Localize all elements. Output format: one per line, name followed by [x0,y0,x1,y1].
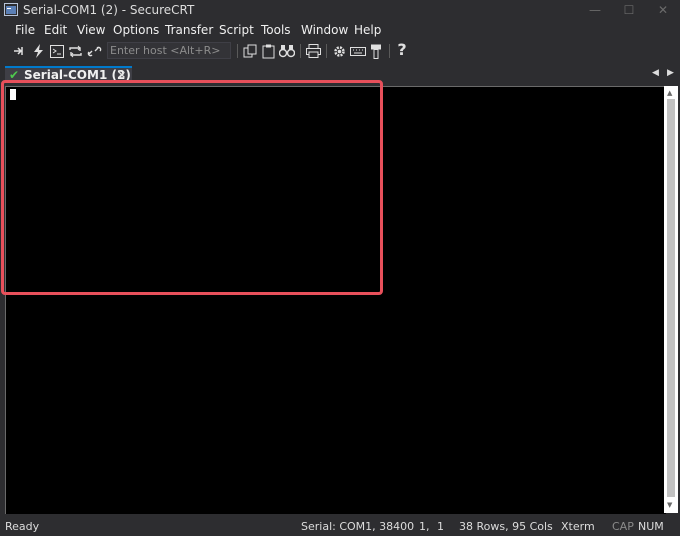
close-window-button[interactable]: ✕ [646,0,680,20]
status-terminal-type: Xterm [561,520,595,533]
menu-options[interactable]: Options [113,23,159,37]
toolbar-separator [300,44,301,58]
disconnect-icon[interactable] [87,43,102,59]
toolbar: ? [0,40,680,62]
settings-icon[interactable] [331,43,347,59]
toolbar-separator [237,44,238,58]
window-title: Serial-COM1 (2) - SecureCRT [23,3,195,17]
status-col: 1 [437,520,444,533]
menu-view[interactable]: View [77,23,105,37]
scroll-down-icon[interactable]: ▼ [667,501,672,509]
status-num-lock: NUM [638,520,664,533]
menu-bar: File Edit View Options Transfer Script T… [0,20,680,40]
print-icon[interactable] [305,43,321,59]
status-row: 1, [419,520,430,533]
status-connection: Serial: COM1, 38400 [301,520,415,533]
securecrt-app-icon[interactable] [4,3,18,16]
title-bar: Serial-COM1 (2) - SecureCRT — ☐ ✕ [0,0,680,20]
menu-file[interactable]: File [15,23,35,37]
maximize-button[interactable]: ☐ [612,0,646,20]
reconnect-icon[interactable] [68,43,83,59]
toolbar-separator [389,44,390,58]
connect-in-tab-icon[interactable] [49,43,64,59]
paste-icon[interactable] [261,43,275,59]
help-icon[interactable]: ? [395,40,409,59]
menu-window[interactable]: Window [301,23,348,37]
minimize-button[interactable]: — [578,0,612,20]
connect-icon[interactable] [12,43,26,59]
copy-icon[interactable] [242,43,257,59]
menu-edit[interactable]: Edit [44,23,67,37]
toolbar-separator [326,44,327,58]
highlight-annotation-box [1,80,383,295]
scroll-up-icon[interactable]: ▲ [667,89,672,97]
sftp-icon[interactable] [369,43,383,59]
tab-scroll-right-icon[interactable]: ▶ [667,68,674,78]
host-input[interactable] [107,42,231,59]
find-icon[interactable] [279,43,295,59]
keymap-icon[interactable] [350,43,366,59]
vertical-scrollbar[interactable]: ▲ ▼ [664,86,678,513]
status-ready: Ready [5,520,40,533]
quick-connect-icon[interactable] [31,43,45,59]
status-size: 38 Rows, 95 Cols [459,520,553,533]
menu-script[interactable]: Script [219,23,254,37]
status-caps-lock: CAP [612,520,634,533]
status-bar: Ready Serial: COM1, 38400 1, 1 38 Rows, … [0,518,680,536]
menu-tools[interactable]: Tools [261,23,291,37]
menu-help[interactable]: Help [354,23,381,37]
scrollbar-thumb[interactable] [667,99,675,497]
menu-transfer[interactable]: Transfer [165,23,213,37]
tab-scroll-left-icon[interactable]: ◀ [652,68,659,78]
